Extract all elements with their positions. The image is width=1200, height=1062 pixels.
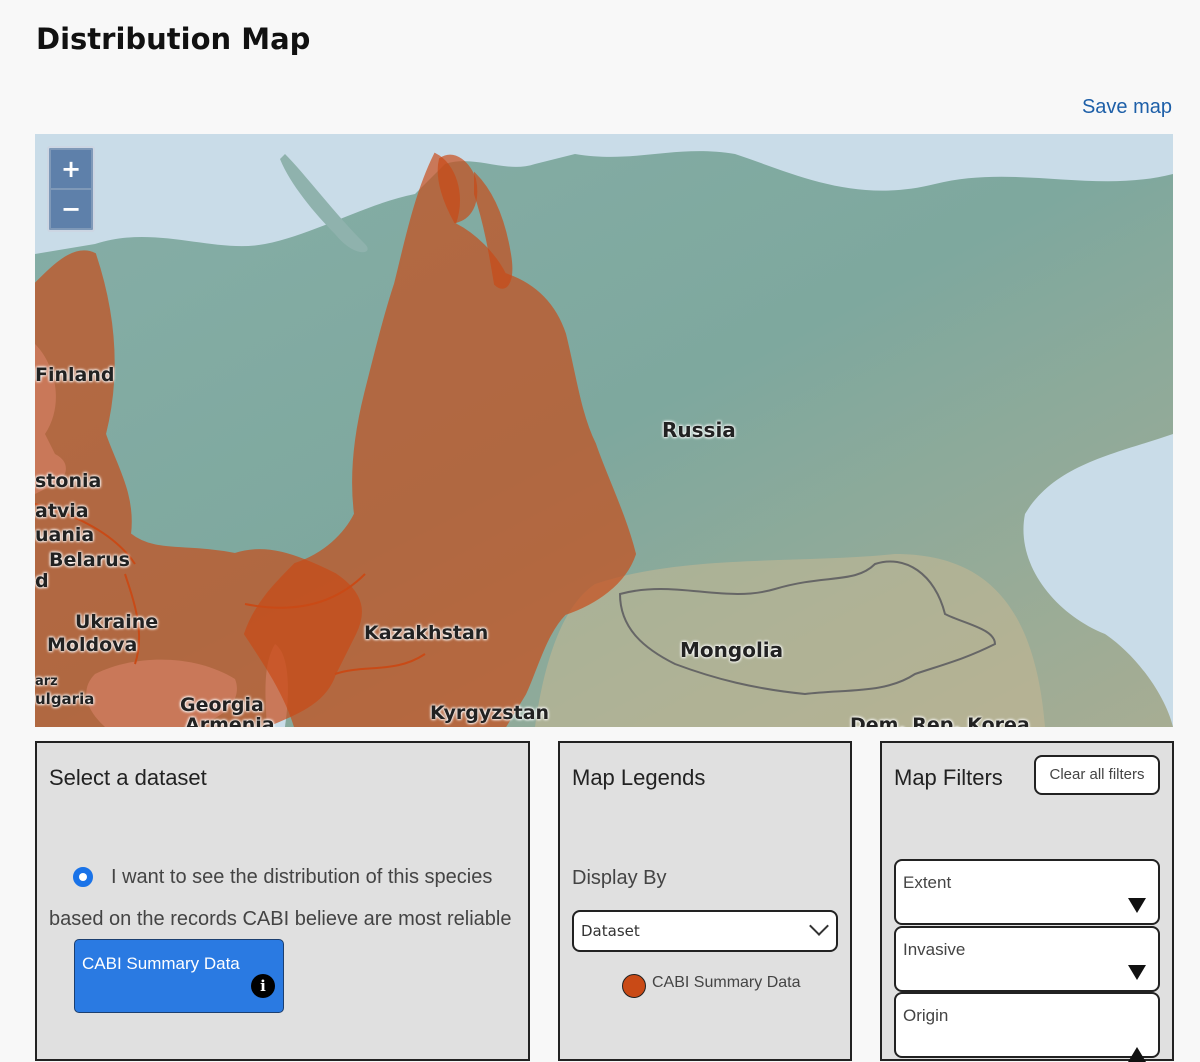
cabi-button-label: CABI Summary Data xyxy=(82,954,240,973)
map-label-armenia: Armenia xyxy=(185,714,275,727)
map-label-finland: Finland xyxy=(35,364,115,386)
filters-panel: Map Filters Clear all filters Extent Inv… xyxy=(880,741,1174,1062)
filter-origin[interactable]: Origin xyxy=(894,992,1160,1062)
page-title: Distribution Map xyxy=(36,22,311,56)
zoom-in-button[interactable]: + xyxy=(51,150,91,188)
map-label-moldova: Moldova xyxy=(47,634,138,656)
triangle-down-icon xyxy=(1128,965,1146,980)
zoom-controls: + − xyxy=(47,146,95,232)
dataset-panel-title: Select a dataset xyxy=(49,765,207,790)
map-label-mongolia: Mongolia xyxy=(680,638,784,662)
legend-panel: Map Legends Display By Dataset CABI Summ… xyxy=(558,741,852,1061)
zoom-out-button[interactable]: − xyxy=(51,190,91,228)
map-label-russia: Russia xyxy=(662,418,736,442)
chevron-down-icon xyxy=(809,916,829,936)
map-label-georgia: Georgia xyxy=(180,694,264,716)
filters-panel-title: Map Filters xyxy=(894,765,1003,790)
map-label-lithuania: uania xyxy=(35,524,95,546)
map-label-latvia: atvia xyxy=(35,500,89,522)
distribution-map[interactable]: + − Finland stonia atvia uania Belarus d… xyxy=(35,134,1173,727)
map-label-korea: Dem. Rep. Korea xyxy=(850,714,1030,727)
legend-swatch xyxy=(622,974,646,998)
map-label-kazakhstan: Kazakhstan xyxy=(364,622,489,644)
save-map-link[interactable]: Save map xyxy=(1082,96,1172,119)
dataset-radio[interactable] xyxy=(73,867,93,887)
dataset-panel: Select a dataset I want to see the distr… xyxy=(35,741,530,1061)
map-label-poland-fragment: d xyxy=(35,570,49,592)
legend-panel-title: Map Legends xyxy=(572,765,706,790)
display-by-value: Dataset xyxy=(581,922,640,940)
filter-invasive-label: Invasive xyxy=(903,940,966,959)
map-terrain xyxy=(35,134,1173,727)
triangle-down-icon xyxy=(1128,898,1146,913)
display-by-select[interactable]: Dataset xyxy=(572,910,838,952)
map-label-belarus: Belarus xyxy=(49,549,130,571)
legend-item-label: CABI Summary Data xyxy=(652,974,801,991)
radio-text-line1: I want to see the distribution of this s… xyxy=(111,866,493,888)
filter-origin-label: Origin xyxy=(903,1006,949,1025)
filter-extent[interactable]: Extent xyxy=(894,859,1160,925)
clear-all-filters-button[interactable]: Clear all filters xyxy=(1034,755,1160,795)
map-label-herzegovina-fragment: arz xyxy=(35,674,58,689)
map-label-bulgaria: ulgaria xyxy=(35,690,95,708)
cabi-summary-data-button[interactable]: CABI Summary Data i xyxy=(74,939,284,1013)
filter-extent-label: Extent xyxy=(903,873,952,892)
map-label-ukraine: Ukraine xyxy=(75,611,159,633)
map-label-estonia: stonia xyxy=(35,470,102,492)
map-label-kyrgyzstan: Kyrgyzstan xyxy=(430,702,550,724)
info-icon[interactable]: i xyxy=(251,974,275,998)
radio-text-line2: based on the records CABI believe are mo… xyxy=(49,908,512,930)
triangle-up-icon xyxy=(1128,1047,1146,1062)
filter-invasive[interactable]: Invasive xyxy=(894,926,1160,992)
display-by-label: Display By xyxy=(572,867,667,889)
